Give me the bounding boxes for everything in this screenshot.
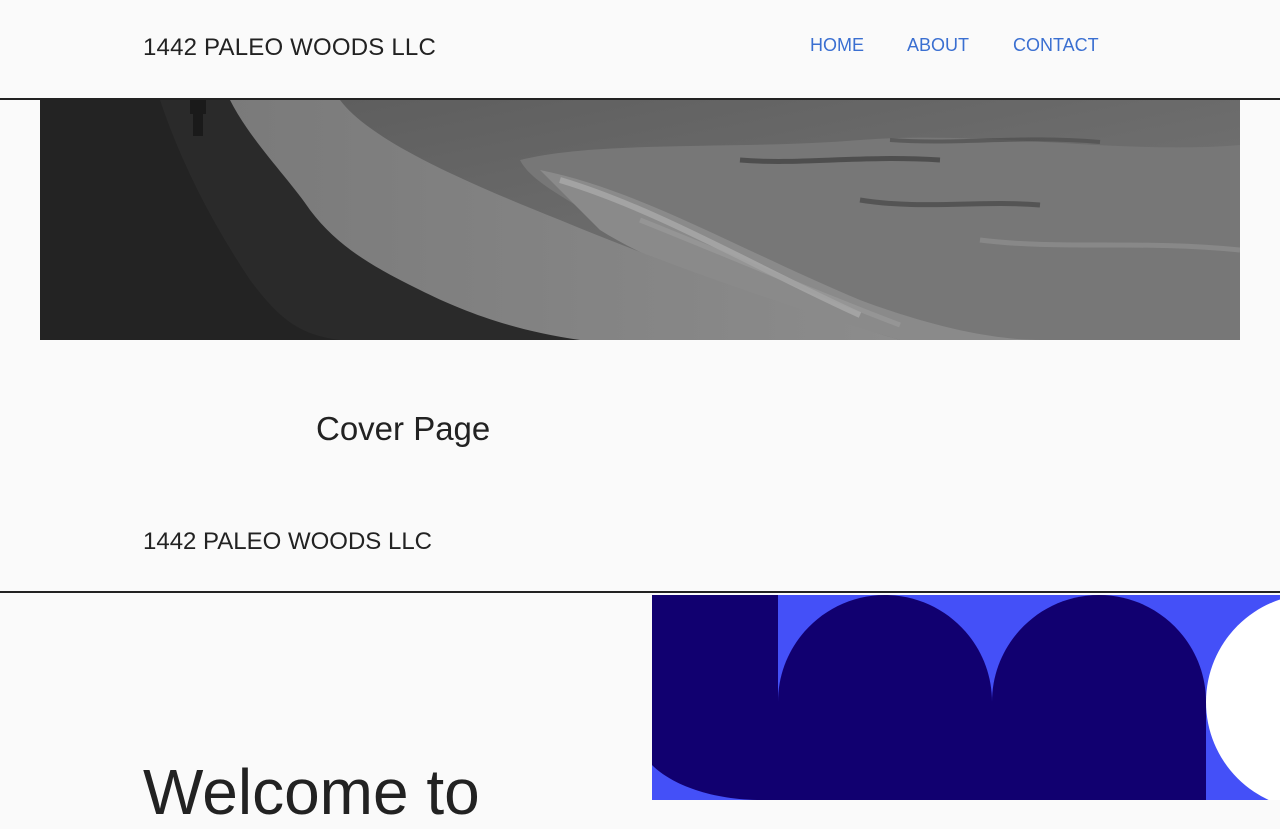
site-title[interactable]: 1442 PALEO WOODS LLC [143,34,436,62]
company-name: 1442 PALEO WOODS LLC [143,528,433,555]
nav-link-home[interactable]: HOME [810,35,864,56]
beach-photo [40,100,1240,340]
beach-hero-image [40,100,1240,340]
cover-page-title: Cover Page [316,410,491,447]
section-divider [0,591,1280,593]
geometric-graphic [652,595,1280,800]
nav-link-contact[interactable]: CONTACT [1013,35,1099,56]
welcome-heading: Welcome to [143,756,480,828]
site-header: 1442 PALEO WOODS LLC HOME ABOUT CONTACT [0,0,1280,100]
geometric-shapes [652,595,1280,800]
nav-link-about[interactable]: ABOUT [907,35,969,56]
